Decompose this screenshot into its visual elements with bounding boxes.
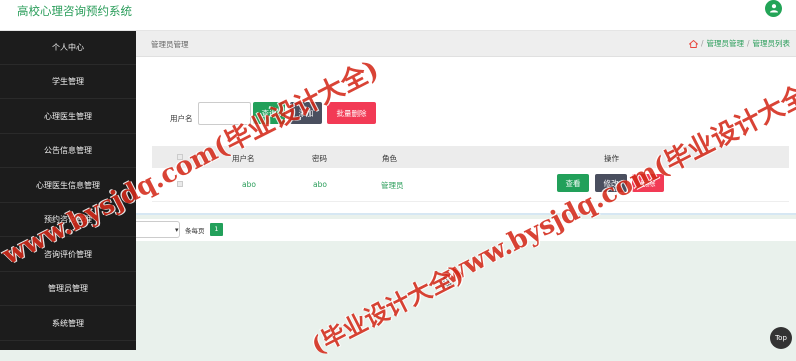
- chevron-down-icon: ▾: [175, 226, 179, 234]
- sidebar-item-doctor-management[interactable]: 心理医生管理: [0, 100, 136, 134]
- sidebar-item-notice-management[interactable]: 公告信息管理: [0, 134, 136, 168]
- cell-username: abo: [242, 180, 256, 189]
- user-icon: [769, 4, 778, 13]
- user-avatar[interactable]: [765, 0, 782, 17]
- breadcrumb-link-admin-management[interactable]: 管理员管理: [706, 38, 744, 49]
- home-icon[interactable]: [688, 39, 698, 48]
- sidebar-item-admin-management[interactable]: 管理员管理: [0, 272, 136, 306]
- column-header-password[interactable]: 密码: [312, 153, 327, 164]
- column-header-role: 角色: [382, 154, 397, 163]
- cell-role: 管理员: [381, 181, 404, 190]
- breadcrumb-path: / 管理员管理 / 管理员列表: [688, 38, 791, 49]
- breadcrumb-separator: /: [746, 39, 750, 48]
- back-to-top-button[interactable]: Top: [770, 327, 792, 349]
- table-row: abo abo 管理员 查看 修改 删除: [152, 168, 789, 202]
- column-header-actions: 操作: [604, 154, 619, 163]
- username-label: 用户名: [170, 114, 193, 123]
- main-content: 管理员管理 / 管理员管理 / 管理员列表 用户名 查询 添加 批量删除 用户名…: [136, 31, 796, 350]
- page-number-current[interactable]: 1: [210, 223, 223, 236]
- per-page-label: 条每页: [185, 227, 205, 235]
- sidebar-item-personal-center[interactable]: 个人中心: [0, 31, 136, 65]
- page-title: 管理员管理: [151, 40, 189, 49]
- sidebar-item-student-management[interactable]: 学生管理: [0, 65, 136, 99]
- breadcrumb-separator: /: [700, 39, 704, 48]
- top-header: 高校心理咨询预约系统: [0, 0, 796, 31]
- pagination: ▾ 条每页 1: [136, 219, 796, 241]
- sidebar-item-system-management[interactable]: 系统管理: [0, 307, 136, 341]
- app-title: 高校心理咨询预约系统: [17, 4, 132, 18]
- cell-password: abo: [313, 180, 327, 189]
- page-size-select[interactable]: ▾: [136, 221, 180, 238]
- breadcrumb-current: 管理员列表: [752, 39, 791, 48]
- breadcrumb: 管理员管理 / 管理员管理 / 管理员列表: [136, 31, 796, 57]
